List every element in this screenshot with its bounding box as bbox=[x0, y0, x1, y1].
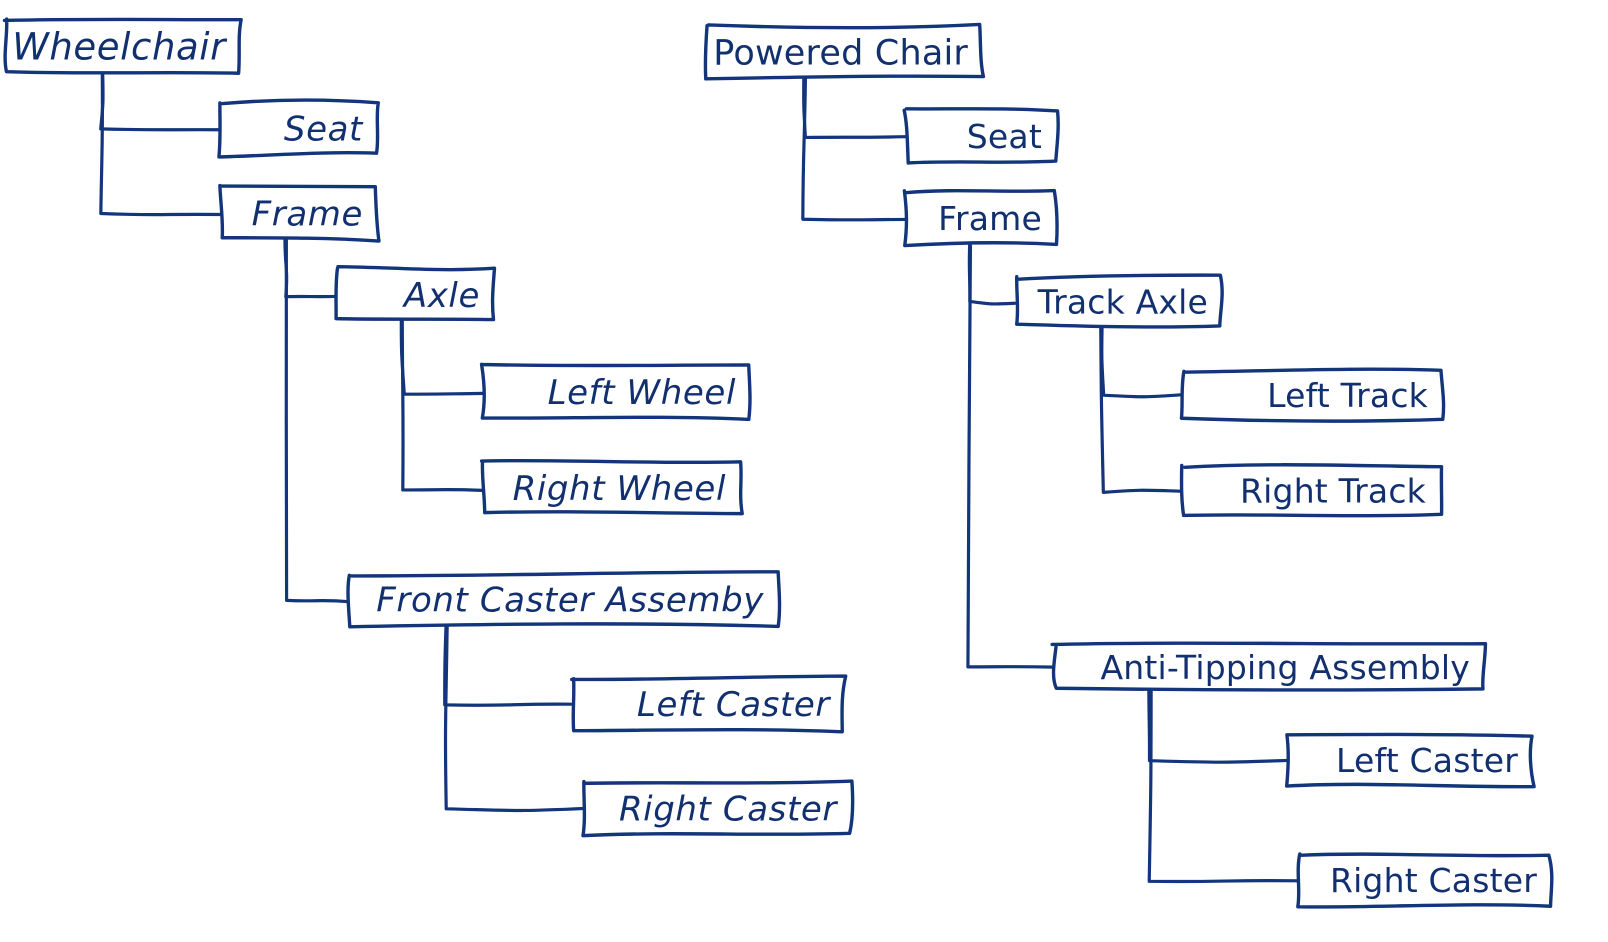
tree-node-powered-chair-frame[interactable]: Frame bbox=[902, 188, 1059, 248]
node-label: Right Caster bbox=[619, 790, 838, 830]
node-label: Frame bbox=[938, 199, 1042, 238]
tree-node-wheelchair-frame[interactable]: Frame bbox=[218, 183, 381, 243]
tree-node-wheelchair-front-caster-assembly[interactable]: Front Caster Assemby bbox=[346, 570, 782, 629]
connector-axle-to-right-wheel bbox=[400, 319, 484, 492]
tree-node-wheelchair-axle[interactable]: Axle bbox=[334, 264, 497, 322]
diagram-canvas: Wheelchair Seat Frame Axle Left Wheel Right W… bbox=[0, 0, 1608, 942]
connector-axle-to-left-wheel bbox=[399, 318, 486, 396]
connector-front-caster-assembly-to-right-caster bbox=[443, 622, 587, 813]
node-label: Left Wheel bbox=[548, 373, 736, 413]
tree-node-powered-chair-right-track[interactable]: Right Track bbox=[1179, 463, 1444, 518]
tree-node-wheelchair-right-caster[interactable]: Right Caster bbox=[581, 779, 855, 838]
connector-front-caster-assembly-to-left-caster bbox=[443, 624, 573, 707]
node-label: Seat bbox=[284, 110, 364, 150]
connector-frame-to-track-axle bbox=[967, 243, 1017, 306]
connector-anti-tipping-assembly-to-right-caster bbox=[1147, 689, 1302, 884]
connector-track-axle-to-right-track bbox=[1099, 324, 1185, 494]
node-label: Right Track bbox=[1240, 471, 1427, 510]
tree-node-wheelchair-seat[interactable]: Seat bbox=[217, 98, 381, 159]
tree-node-powered-chair-left-track[interactable]: Left Track bbox=[1179, 367, 1446, 423]
tree-node-powered-chair-track-axle[interactable]: Track Axle bbox=[1015, 273, 1224, 329]
tree-node-powered-chair-right-caster[interactable]: Right Caster bbox=[1296, 852, 1554, 909]
tree-node-wheelchair-left-wheel[interactable]: Left Wheel bbox=[479, 362, 752, 422]
node-label: Anti-Tipping Assembly bbox=[1101, 648, 1470, 687]
node-label: Axle bbox=[402, 276, 480, 316]
connector-frame-to-axle bbox=[283, 237, 338, 299]
connector-anti-tipping-assembly-to-left-caster bbox=[1147, 690, 1290, 764]
node-label: Left Caster bbox=[1336, 741, 1518, 780]
tree-node-powered-chair-seat[interactable]: Seat bbox=[902, 107, 1060, 165]
tree-node-wheelchair-wheelchair[interactable]: Wheelchair bbox=[2, 17, 243, 75]
node-label: Frame bbox=[252, 195, 363, 235]
node-label: Front Caster Assemby bbox=[376, 581, 764, 621]
connector-track-axle-to-left-track bbox=[1100, 322, 1185, 399]
node-label: Wheelchair bbox=[12, 26, 228, 69]
node-label: Left Track bbox=[1267, 376, 1429, 415]
connector-powered-chair-to-frame bbox=[801, 74, 908, 222]
tree-node-powered-chair-left-caster[interactable]: Left Caster bbox=[1284, 732, 1536, 789]
node-label: Track Axle bbox=[1037, 282, 1208, 321]
tree-node-wheelchair-left-caster[interactable]: Left Caster bbox=[570, 674, 848, 734]
node-label: Right Caster bbox=[1330, 861, 1537, 900]
tree-node-powered-chair-anti-tipping-assembly[interactable]: Anti-Tipping Assembly bbox=[1050, 641, 1488, 692]
node-label: Right Wheel bbox=[513, 469, 726, 509]
connector-powered-chair-to-seat bbox=[802, 76, 908, 140]
tree-nodes-layer: Wheelchair Seat Frame Axle Left Wheel Right W… bbox=[2, 17, 1554, 909]
node-label: Left Caster bbox=[637, 685, 832, 725]
tree-node-powered-chair-powered-chair[interactable]: Powered Chair bbox=[703, 22, 986, 81]
connector-wheelchair-to-frame bbox=[99, 72, 223, 217]
connector-wheelchair-to-seat bbox=[99, 72, 223, 132]
tree-node-wheelchair-right-wheel[interactable]: Right Wheel bbox=[479, 458, 744, 516]
node-label: Seat bbox=[967, 117, 1042, 156]
node-label: Powered Chair bbox=[713, 34, 968, 74]
tree-diagram-svg: Wheelchair Seat Frame Axle Left Wheel Right W… bbox=[2, 17, 1554, 909]
